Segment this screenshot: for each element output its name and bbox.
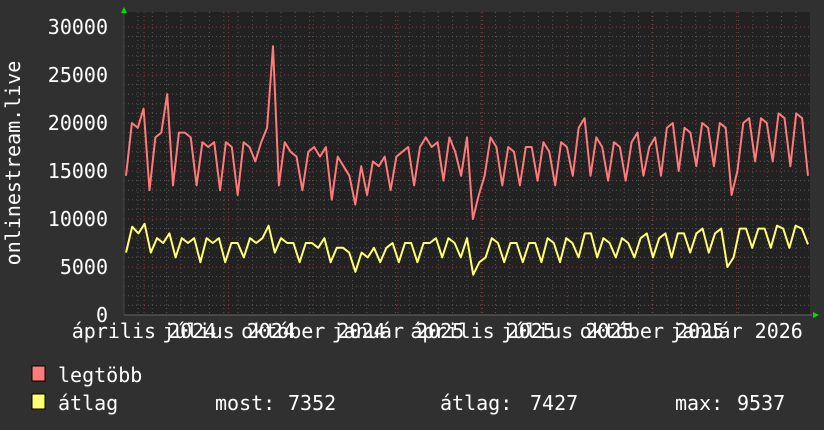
y-tick-label: 15000 — [48, 159, 108, 183]
legend-label-legtobb: legtöbb — [58, 363, 142, 387]
stat-max-value: 9537 — [737, 391, 785, 415]
stat-avg-label: átlag: — [440, 391, 512, 415]
stat-now-value: 7352 — [288, 391, 336, 415]
y-tick-label: 5000 — [60, 255, 108, 279]
y-axis: 050001000015000200002500030000 — [48, 15, 108, 327]
x-tick-label: január 2026 — [670, 319, 802, 343]
legend-swatch-atlag — [31, 393, 46, 410]
y-axis-label: onlinestream.live — [1, 61, 25, 266]
legend-swatch-legtobb — [31, 365, 46, 382]
stat-avg-value: 7427 — [530, 391, 578, 415]
stat-max-label: max: — [675, 391, 723, 415]
chart-svg: 050001000015000200002500030000 április 2… — [1, 7, 819, 415]
y-axis-arrow-icon — [121, 7, 127, 13]
legend: legtöbb átlag most: 7352 átlag: 7427 max… — [31, 363, 785, 415]
plot-area — [124, 12, 810, 315]
y-tick-label: 30000 — [48, 15, 108, 39]
y-tick-label: 10000 — [48, 207, 108, 231]
y-tick-label: 20000 — [48, 111, 108, 135]
legend-label-atlag: átlag — [58, 391, 118, 415]
x-axis-arrow-icon — [813, 312, 819, 318]
y-tick-label: 25000 — [48, 63, 108, 87]
rrd-graph: 0 5000 10000 15000 20000 25000 30000 április 2… — [0, 0, 824, 430]
x-axis: április 2024július 2024október 2024januá… — [72, 319, 803, 343]
stat-now-label: most: — [215, 391, 275, 415]
